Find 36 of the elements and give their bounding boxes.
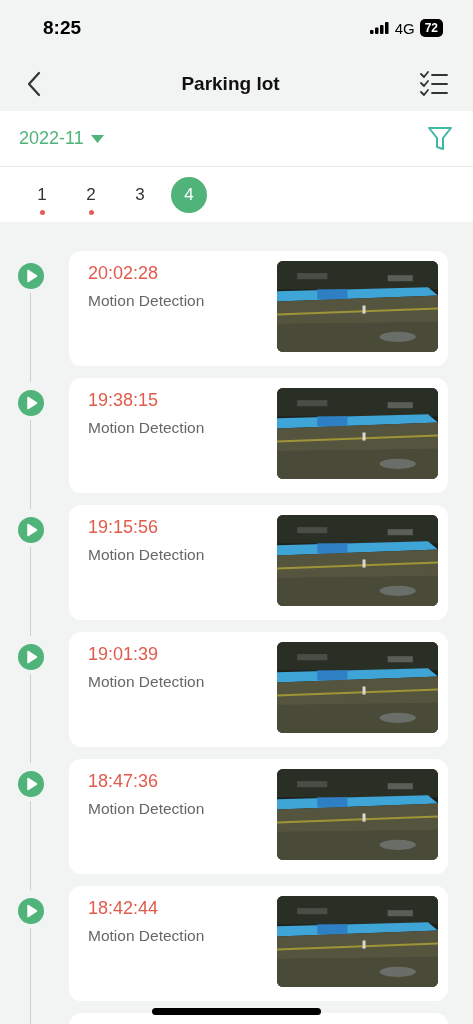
event-time: 20:02:28 — [88, 263, 160, 284]
signal-icon — [369, 22, 390, 34]
event-type: Motion Detection — [88, 292, 205, 310]
event-type: Motion Detection — [88, 927, 205, 945]
event-type: Motion Detection — [88, 419, 205, 437]
event-time: 19:38:15 — [88, 390, 160, 411]
day-tab[interactable]: 1 — [24, 176, 60, 213]
play-icon[interactable] — [17, 644, 44, 670]
event-type: Motion Detection — [88, 546, 205, 564]
status-time: 8:25 — [43, 17, 82, 39]
event-card[interactable]: 19:38:15 Motion Detection — [69, 378, 448, 493]
play-icon[interactable] — [17, 771, 44, 797]
caret-icon — [90, 134, 104, 143]
event-type: Motion Detection — [88, 673, 205, 691]
play-icon[interactable] — [17, 898, 44, 924]
back-icon[interactable] — [27, 70, 41, 97]
event-type: Motion Detection — [88, 800, 205, 818]
event-card[interactable]: 19:15:56 Motion Detection — [69, 505, 448, 620]
event-time: 18:47:36 — [88, 771, 160, 792]
play-icon[interactable] — [17, 390, 44, 416]
event-card[interactable]: 19:01:39 Motion Detection — [69, 632, 448, 747]
event-time: 18:42:44 — [88, 898, 160, 919]
day-tab[interactable]: 2 — [73, 176, 109, 213]
checklist-icon[interactable] — [420, 70, 448, 97]
event-card[interactable]: 18:42:44 Motion Detection — [69, 886, 448, 1001]
play-icon[interactable] — [17, 517, 44, 543]
network-label: 4G — [394, 19, 415, 37]
filter-icon[interactable] — [427, 125, 453, 152]
battery-indicator: 72 — [419, 19, 443, 37]
day-tab[interactable]: 3 — [122, 176, 158, 213]
event-card[interactable]: 20:02:28 Motion Detection — [69, 251, 448, 366]
event-card[interactable]: 18:47:36 Motion Detection — [69, 759, 448, 874]
event-time: 19:01:39 — [88, 644, 160, 665]
page-title: Parking lot — [181, 72, 280, 95]
play-icon[interactable] — [17, 263, 44, 289]
event-time: 19:15:56 — [88, 517, 160, 538]
